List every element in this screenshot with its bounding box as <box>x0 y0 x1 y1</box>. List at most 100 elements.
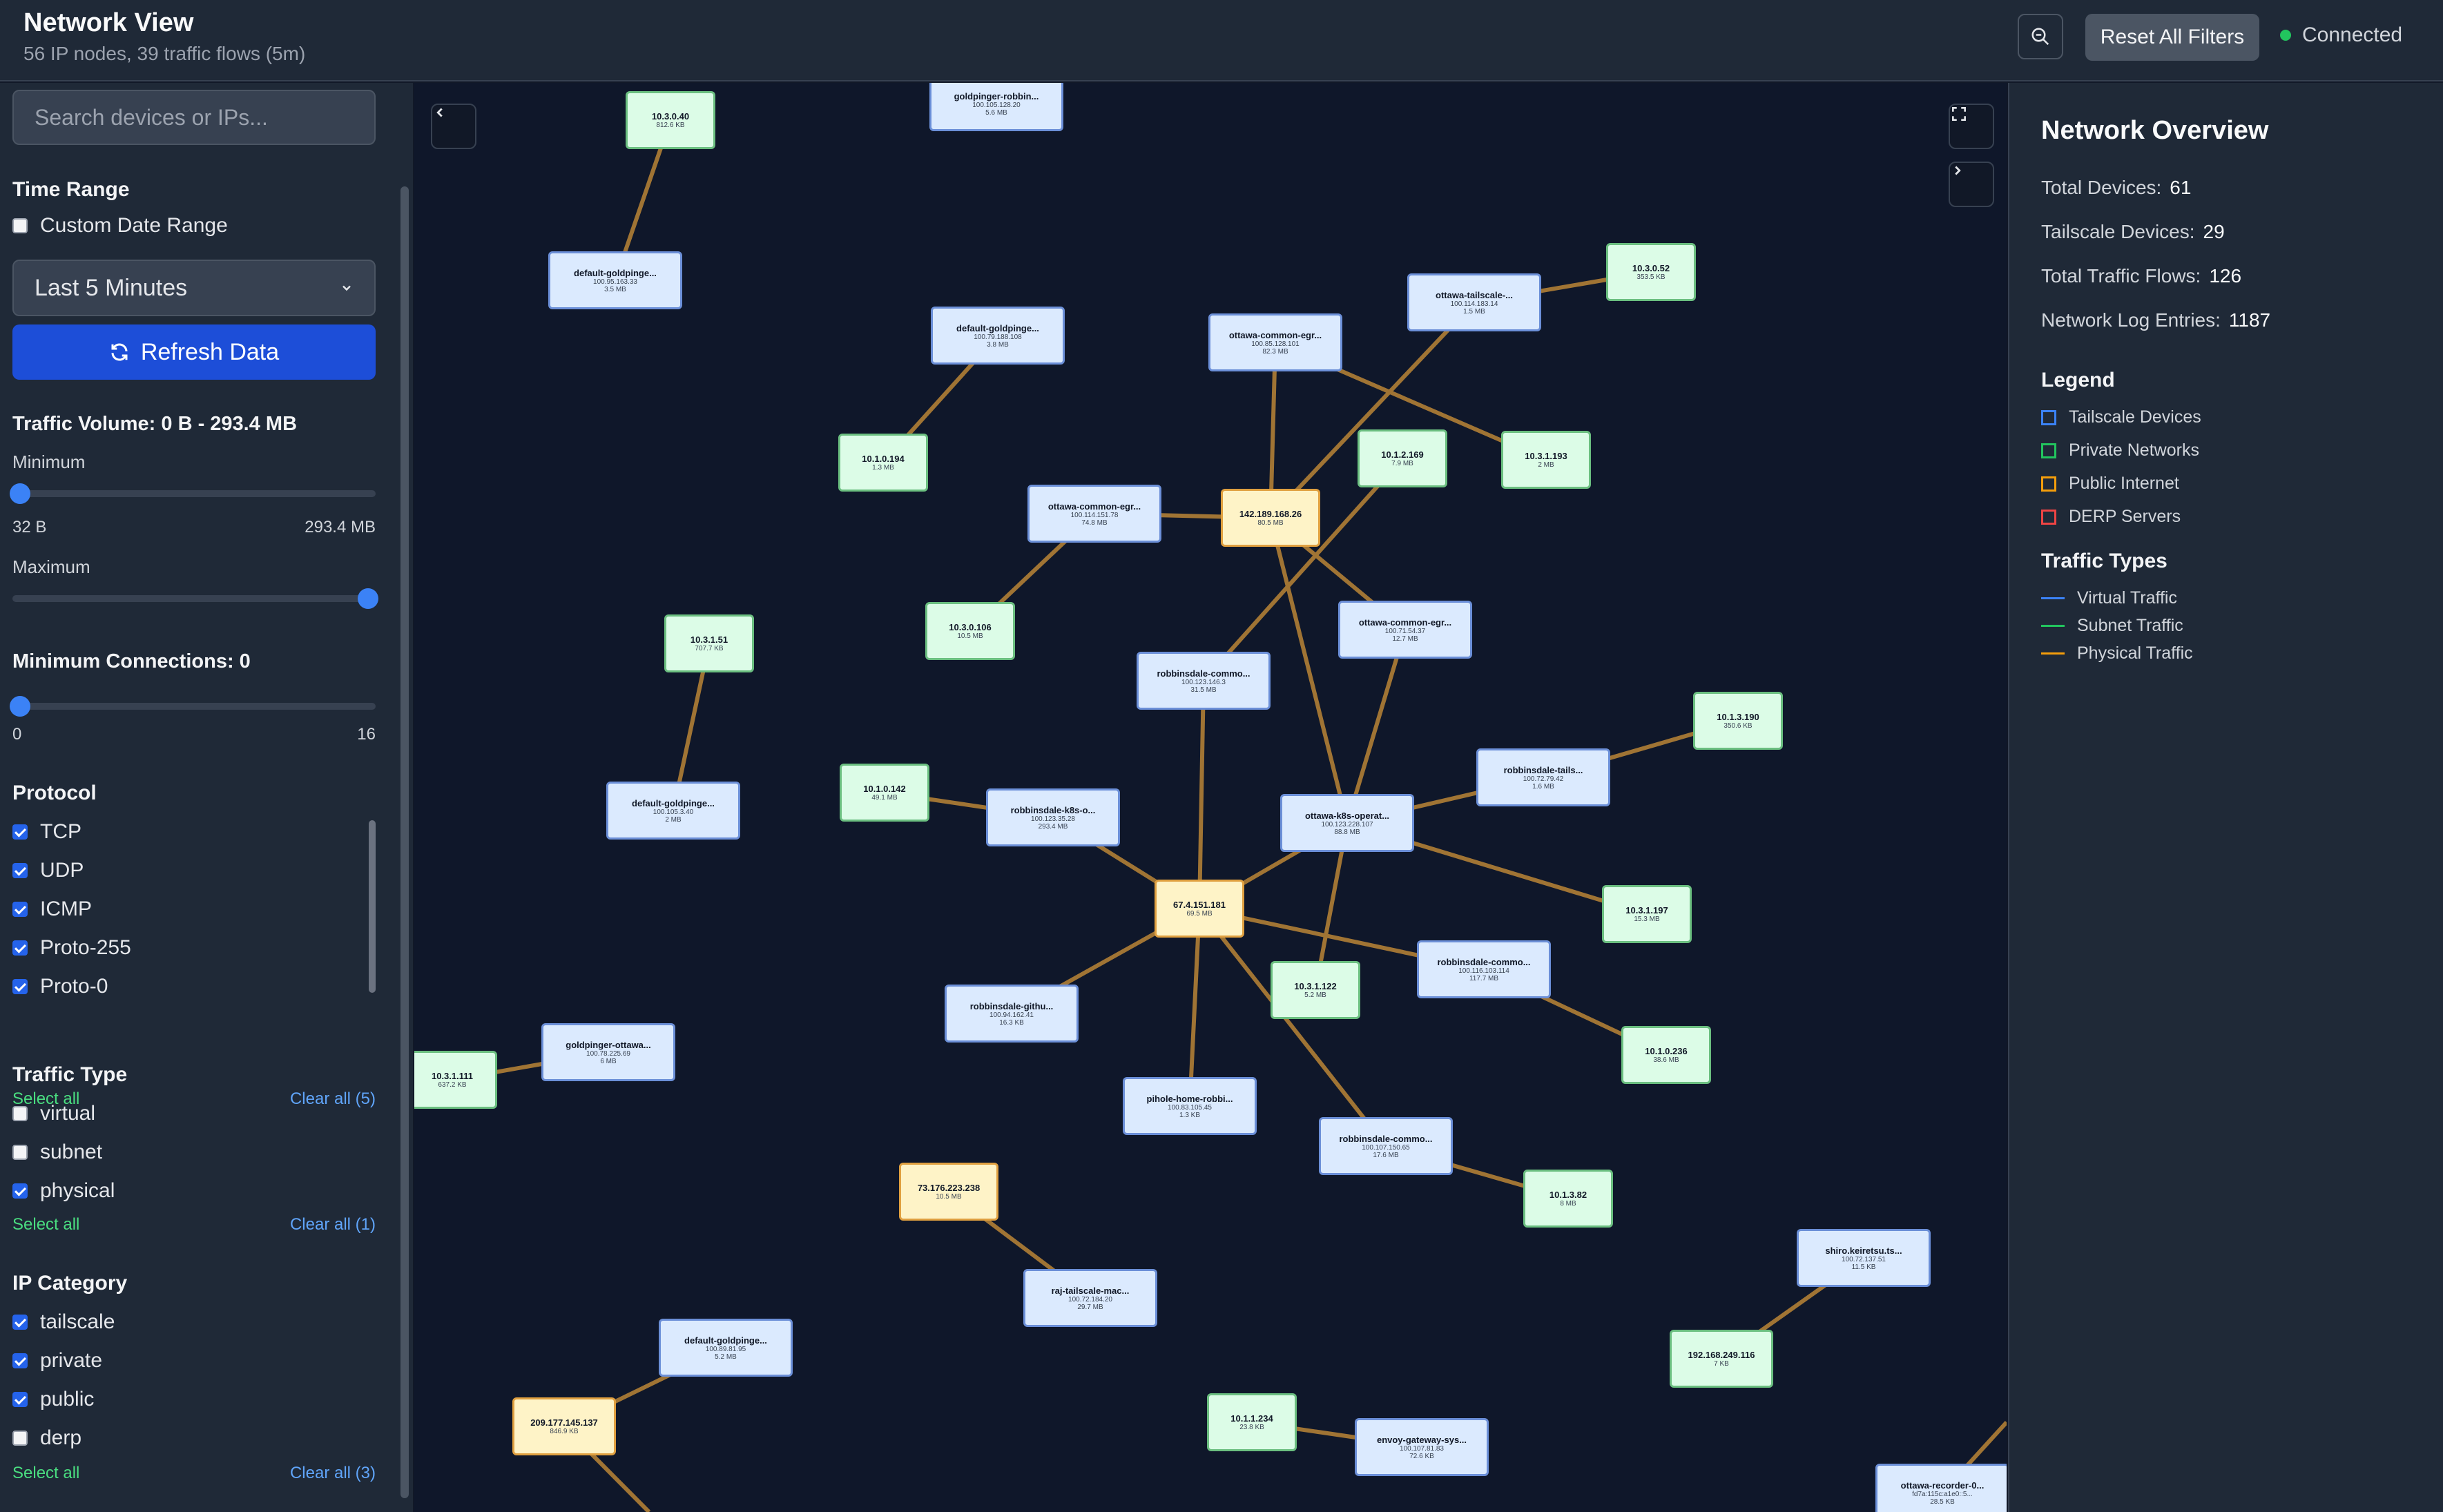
traffic-clear-all[interactable]: Clear all (1) <box>290 1215 376 1234</box>
node-name: ottawa-common-egr... <box>1047 501 1141 512</box>
protocol-0-checkbox[interactable]: Proto-0 <box>12 975 108 998</box>
graph-node-tail[interactable]: default-goldpinge... 100.89.81.95 5.2 MB <box>659 1319 793 1377</box>
network-graph-canvas[interactable]: 10.3.0.40 812.6 KB goldpinger-robbin... 100… <box>414 83 2007 1512</box>
stat-value: 61 <box>2170 177 2192 198</box>
graph-node-priv[interactable]: 10.3.1.122 5.2 MB <box>1271 961 1360 1019</box>
graph-node-priv[interactable]: 10.1.3.82 8 MB <box>1523 1170 1613 1228</box>
legend-subnet-traffic: Subnet Traffic <box>2041 616 2183 636</box>
graph-node-priv[interactable]: 10.3.1.193 2 MB <box>1501 431 1591 489</box>
graph-node-pub[interactable]: 67.4.151.181 69.5 MB <box>1155 880 1244 938</box>
graph-node-tail[interactable]: shiro.keiretsu.ts... 100.72.137.51 11.5 KB <box>1797 1229 1931 1287</box>
traffic-virtual-checkbox[interactable]: virtual <box>12 1102 95 1125</box>
traffic-min-slider[interactable] <box>10 483 376 504</box>
stat-traffic-flows: Total Traffic Flows: 126 <box>2041 265 2241 287</box>
graph-node-priv[interactable]: 10.1.0.142 49.1 MB <box>840 764 929 822</box>
graph-node-tail[interactable]: ottawa-tailscale-... 100.114.183.14 1.5 MB <box>1407 273 1541 331</box>
graph-node-tail[interactable]: goldpinger-ottawa... 100.78.225.69 6 MB <box>541 1023 675 1081</box>
ip-tailscale-checkbox[interactable]: tailscale <box>12 1310 115 1334</box>
traffic-physical-checkbox[interactable]: physical <box>12 1179 115 1203</box>
traffic-select-all[interactable]: Select all <box>12 1215 79 1234</box>
ip-private-checkbox[interactable]: private <box>12 1349 102 1373</box>
graph-node-pub[interactable]: 73.176.223.238 10.5 MB <box>899 1163 998 1221</box>
reset-all-filters-button[interactable]: Reset All Filters <box>2085 14 2259 61</box>
graph-node-tail[interactable]: robbinsdale-commo... 100.116.103.114 117.7… <box>1417 940 1551 998</box>
graph-node-priv[interactable]: 192.168.249.116 7 KB <box>1670 1330 1773 1388</box>
max-value-label: 293.4 MB <box>305 518 376 536</box>
graph-node-tail[interactable]: ottawa-recorder-0... fd7a:115c:a1e0::5...… <box>1875 1464 2007 1512</box>
graph-node-tail[interactable]: default-goldpinge... 100.105.3.40 2 MB <box>606 782 740 840</box>
graph-node-priv[interactable]: 10.3.0.40 812.6 KB <box>626 91 715 149</box>
refresh-data-button[interactable]: Refresh Data <box>12 324 376 380</box>
graph-node-tail[interactable]: ottawa-common-egr... 100.71.54.37 12.7 MB <box>1338 601 1472 659</box>
node-ip: 100.107.150.65 <box>1362 1143 1410 1152</box>
graph-node-priv[interactable]: 10.1.3.190 350.6 KB <box>1693 692 1783 750</box>
traffic-subnet-checkbox[interactable]: subnet <box>12 1141 102 1164</box>
protocol-clear-all[interactable]: Clear all (5) <box>290 1089 376 1109</box>
node-name: pihole-home-robbi... <box>1146 1093 1233 1104</box>
zoom-out-button[interactable] <box>2018 14 2063 59</box>
graph-node-tail[interactable]: raj-tailscale-mac... 100.72.184.20 29.7 MB <box>1023 1269 1157 1327</box>
graph-node-pub[interactable]: 142.189.168.26 80.5 MB <box>1221 489 1320 547</box>
graph-node-tail[interactable]: ottawa-common-egr... 100.114.151.78 74.8 M… <box>1027 485 1161 543</box>
legend-label: Private Networks <box>2069 440 2199 460</box>
node-traffic-size: 74.8 MB <box>1081 518 1108 527</box>
node-ip: 100.78.225.69 <box>586 1049 630 1058</box>
fullscreen-button[interactable] <box>1949 104 1994 149</box>
time-range-title: Time Range <box>12 178 130 201</box>
graph-node-pub[interactable]: 209.177.145.137 846.9 KB <box>512 1397 616 1455</box>
ip-select-all[interactable]: Select all <box>12 1464 79 1483</box>
min-connections-slider[interactable] <box>10 696 376 717</box>
ip-public-checkbox[interactable]: public <box>12 1388 94 1411</box>
graph-node-priv[interactable]: 10.1.0.236 38.6 MB <box>1621 1026 1711 1084</box>
collapse-sidebar-button[interactable] <box>431 104 476 149</box>
protocol-list-scrollbar[interactable] <box>369 820 376 993</box>
sidebar-scrollbar[interactable] <box>400 186 409 1498</box>
node-name: default-goldpinge... <box>574 267 657 278</box>
graph-node-priv[interactable]: 10.3.1.51 707.7 KB <box>664 614 754 672</box>
custom-date-range-checkbox[interactable]: Custom Date Range <box>12 214 228 238</box>
node-name: ottawa-common-egr... <box>1358 617 1452 628</box>
graph-node-tail[interactable]: ottawa-common-egr... 100.85.128.101 82.3 M… <box>1208 313 1342 371</box>
node-name: goldpinger-ottawa... <box>566 1039 651 1050</box>
slider-thumb[interactable] <box>10 483 30 504</box>
protocol-255-checkbox[interactable]: Proto-255 <box>12 936 131 960</box>
legend-tailscale: Tailscale Devices <box>2041 407 2201 427</box>
node-name: 10.1.2.169 <box>1381 449 1424 460</box>
ip-clear-all[interactable]: Clear all (3) <box>290 1464 376 1483</box>
protocol-icmp-checkbox[interactable]: ICMP <box>12 898 92 921</box>
minimum-label: Minimum <box>12 452 86 472</box>
graph-node-tail[interactable]: robbinsdale-commo... 100.123.146.3 31.5 MB <box>1137 652 1271 710</box>
connection-status: Connected <box>2280 23 2402 47</box>
graph-node-priv[interactable]: 10.1.1.234 23.8 KB <box>1207 1393 1297 1451</box>
traffic-max-slider[interactable] <box>12 588 378 609</box>
node-ip: 100.72.79.42 <box>1523 775 1564 783</box>
graph-node-tail[interactable]: robbinsdale-k8s-o... 100.123.35.28 293.4 M… <box>986 788 1120 846</box>
graph-node-tail[interactable]: default-goldpinge... 100.79.188.108 3.8 MB <box>931 307 1065 365</box>
graph-node-priv[interactable]: 10.3.0.52 353.5 KB <box>1606 243 1696 301</box>
graph-node-priv[interactable]: 10.3.1.111 637.2 KB <box>414 1051 497 1109</box>
graph-node-tail[interactable]: robbinsdale-commo... 100.107.150.65 17.6 M… <box>1319 1117 1453 1175</box>
graph-node-priv[interactable]: 10.3.0.106 10.5 MB <box>925 602 1015 660</box>
expand-panel-button[interactable] <box>1949 162 1994 207</box>
graph-node-tail[interactable]: pihole-home-robbi... 100.83.105.45 1.3 KB <box>1123 1077 1257 1135</box>
time-range-select[interactable]: Last 5 Minutes <box>12 260 376 316</box>
graph-node-priv[interactable]: 10.1.2.169 7.9 MB <box>1358 429 1447 487</box>
graph-node-tail[interactable]: robbinsdale-tails... 100.72.79.42 1.6 MB <box>1476 748 1610 806</box>
slider-thumb[interactable] <box>10 696 30 717</box>
search-input[interactable]: Search devices or IPs... <box>12 90 376 145</box>
graph-node-tail[interactable]: ottawa-k8s-operat... 100.123.228.107 88.8 … <box>1280 794 1414 852</box>
graph-node-tail[interactable]: robbinsdale-githu... 100.94.162.41 16.3 KB <box>945 985 1079 1043</box>
protocol-udp-checkbox[interactable]: UDP <box>12 859 84 882</box>
node-traffic-size: 1.6 MB <box>1532 782 1554 791</box>
page-title: Network View <box>23 8 194 37</box>
graph-node-priv[interactable]: 10.3.1.197 15.3 MB <box>1602 885 1692 943</box>
ip-derp-checkbox[interactable]: derp <box>12 1426 81 1450</box>
slider-thumb[interactable] <box>358 588 378 609</box>
graph-node-priv[interactable]: 10.1.0.194 1.3 MB <box>838 434 928 492</box>
stat-total-devices: Total Devices: 61 <box>2041 177 2191 199</box>
graph-node-tail[interactable]: envoy-gateway-sys... 100.107.81.83 72.6 KB <box>1355 1418 1489 1476</box>
graph-node-tail[interactable]: default-goldpinge... 100.95.163.33 3.5 MB <box>548 251 682 309</box>
legend-private: Private Networks <box>2041 440 2199 461</box>
graph-node-tail[interactable]: goldpinger-robbin... 100.105.128.20 5.6 MB <box>929 83 1063 131</box>
protocol-tcp-checkbox[interactable]: TCP <box>12 820 81 844</box>
